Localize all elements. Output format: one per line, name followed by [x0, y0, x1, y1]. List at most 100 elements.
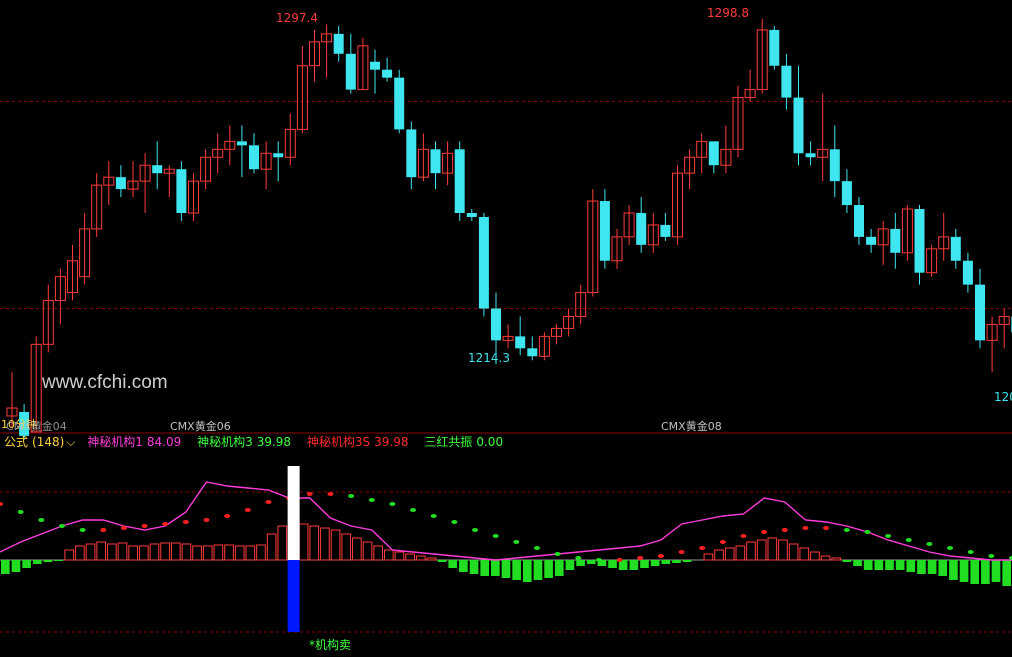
line2-dot — [823, 526, 830, 530]
histogram-bar-positive — [756, 539, 767, 561]
line2-dot — [492, 534, 499, 538]
signal-bar-blue — [287, 560, 300, 632]
histogram-bar-negative — [54, 560, 63, 561]
histogram-bar-positive — [85, 543, 96, 561]
line2-dot — [616, 558, 623, 562]
histogram-bar-negative — [459, 560, 468, 572]
line2-dot — [988, 554, 995, 558]
histogram-bar-positive — [426, 557, 437, 561]
histogram-bar-negative — [22, 560, 31, 568]
candle-body-down — [466, 212, 477, 217]
histogram-bar-negative — [938, 560, 948, 576]
candle-body-down — [793, 97, 804, 154]
histogram-bar-negative — [970, 560, 980, 584]
line2-dot — [162, 522, 169, 526]
candle-body-down — [236, 141, 247, 146]
line2-dot — [368, 498, 375, 502]
histogram-bar-positive — [181, 543, 192, 561]
line2-name: 神秘机构3 — [197, 435, 253, 449]
candle-body-down — [914, 209, 925, 273]
candle-body-down — [769, 29, 780, 66]
candlestick-chart — [0, 18, 1012, 633]
histogram-bar-positive — [820, 555, 831, 561]
high-price-label: 1297.4 — [276, 11, 318, 25]
histogram-bar-positive — [277, 525, 288, 561]
line3-value: 39.98 — [374, 435, 409, 449]
line2-dot — [802, 526, 809, 530]
line2-dot — [120, 526, 127, 530]
line3-name: 神秘机构3S — [306, 435, 371, 449]
histogram-bar-negative — [565, 560, 575, 570]
histogram-bar-negative — [640, 560, 649, 568]
candle-body-down — [636, 212, 647, 245]
line2-dot — [182, 520, 189, 524]
line3-legend: 神秘机构3S 39.98 — [307, 435, 415, 449]
line2-dot — [348, 494, 355, 498]
chart-window: { "colors":{"up":"#ff3b3b","down":"#3fe6… — [0, 0, 1012, 657]
histogram-bar-positive — [788, 543, 799, 561]
histogram-bar-positive — [799, 547, 810, 561]
histogram-bar-negative — [491, 560, 500, 576]
histogram-bar-positive — [703, 553, 714, 561]
chevron-down-icon: ⌵ — [66, 435, 76, 449]
candle-body-down — [370, 61, 380, 70]
line1-magenta — [0, 481, 1012, 561]
histogram-bar-positive — [224, 544, 234, 561]
candle-body-down — [805, 153, 816, 158]
histogram-bar-positive — [202, 545, 213, 561]
candle-body-down — [345, 53, 356, 90]
line2-dot — [761, 530, 768, 534]
formula-button[interactable]: 公式 (148) ⌵ — [4, 435, 87, 449]
candle-body-down — [406, 129, 417, 178]
line2-dot — [58, 524, 65, 528]
histogram-bar-negative — [608, 560, 617, 568]
histogram-bar-negative — [437, 560, 447, 562]
line2-dot — [637, 556, 644, 560]
x-axis-label-2: CMX黄金06 — [170, 420, 231, 433]
line1-name: 神秘机构1 — [87, 435, 143, 449]
line2-value: 39.98 — [256, 435, 292, 449]
candle-body-down — [660, 224, 671, 237]
histogram-bar-negative — [32, 560, 42, 564]
histogram-bar-positive — [330, 529, 341, 561]
histogram-bar-positive — [714, 549, 724, 561]
high-price-label-2: 1298.8 — [707, 6, 749, 20]
histogram-bar-negative — [629, 560, 639, 570]
candle-body-down — [708, 141, 719, 166]
histogram-bar-positive — [138, 545, 149, 561]
candle-body-down — [430, 149, 441, 174]
histogram-bar-positive — [341, 533, 352, 561]
histogram-bar-positive — [266, 533, 277, 561]
candle-body-down — [152, 165, 163, 174]
histogram-bar-positive — [96, 541, 107, 561]
histogram-bar-positive — [309, 525, 320, 561]
histogram-bar-negative — [512, 560, 521, 580]
line2-dot — [0, 502, 3, 506]
candle-body-down — [962, 260, 973, 285]
histogram-bar-positive — [352, 537, 362, 561]
candle-body-down — [866, 236, 877, 245]
histogram-bar-negative — [991, 560, 1001, 582]
indicator-title-bar: 公式 (148) ⌵ 神秘机构1 84.09 神秘机构3 39.98 神秘机构3S 39.… — [4, 434, 515, 450]
histogram-bar-negative — [959, 560, 969, 582]
histogram-bar-negative — [885, 560, 894, 570]
line2-dot — [430, 514, 437, 518]
histogram-bar-positive — [213, 544, 224, 561]
candle-body-down — [950, 236, 961, 261]
line2-dot — [864, 530, 871, 534]
signal-label: *机构卖 — [309, 638, 352, 652]
histogram-bar-negative — [874, 560, 884, 570]
histogram-bar-negative — [522, 560, 532, 582]
histogram-bar-positive — [415, 555, 426, 561]
histogram-bar-positive — [778, 539, 788, 561]
histogram-bar-negative — [1002, 560, 1011, 586]
histogram-bar-negative — [448, 560, 458, 568]
candle-body-down — [382, 69, 393, 78]
line2-dot — [595, 558, 602, 562]
line2-dot — [224, 514, 231, 518]
histogram-bar-positive — [320, 527, 330, 561]
candle-body-down — [491, 308, 501, 341]
histogram-bar-negative — [661, 560, 671, 564]
candle-body-down — [273, 153, 284, 158]
candle-body-down — [975, 284, 985, 341]
